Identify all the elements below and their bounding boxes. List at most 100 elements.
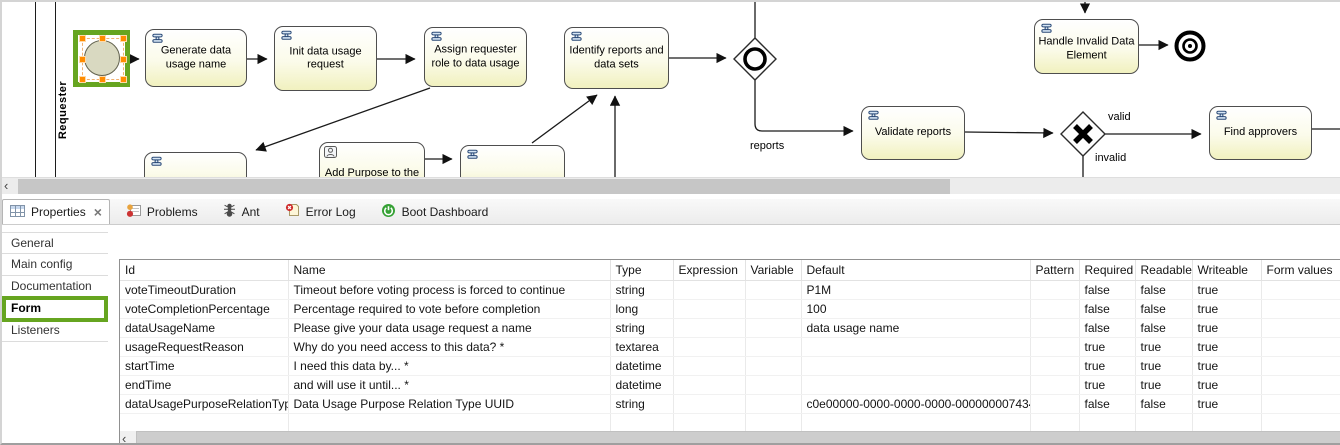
table-cell[interactable]: false	[1135, 280, 1192, 299]
resize-handle[interactable]	[79, 56, 86, 63]
table-cell[interactable]: Data Usage Purpose Relation Type UUID	[288, 394, 610, 413]
table-cell[interactable]	[745, 394, 801, 413]
table-cell[interactable]	[673, 318, 745, 337]
table-cell[interactable]	[1135, 413, 1192, 432]
table-cell[interactable]: 100	[801, 299, 1030, 318]
sidebar-item-form[interactable]: Form	[2, 298, 108, 320]
resize-handle[interactable]	[99, 76, 106, 83]
table-cell[interactable]	[1261, 318, 1340, 337]
table-row[interactable]: dataUsagePurposeRelationTypeUuidData Usa…	[120, 394, 1340, 413]
table-cell[interactable]: dataUsageName	[120, 318, 288, 337]
scroll-left-arrow-icon[interactable]: ‹	[4, 178, 8, 194]
table-cell[interactable]	[673, 280, 745, 299]
table-cell[interactable]	[745, 299, 801, 318]
table-cell[interactable]	[1261, 356, 1340, 375]
tab-properties[interactable]: Properties ×	[2, 199, 110, 224]
table-cell[interactable]	[1030, 280, 1079, 299]
table-row[interactable]	[120, 413, 1340, 432]
table-cell[interactable]	[745, 337, 801, 356]
table-row[interactable]: dataUsageNamePlease give your data usage…	[120, 318, 1340, 337]
table-cell[interactable]	[1030, 299, 1079, 318]
table-cell[interactable]: false	[1079, 394, 1135, 413]
table-cell[interactable]: false	[1135, 318, 1192, 337]
close-icon[interactable]: ×	[92, 204, 102, 220]
column-header-readable[interactable]: Readable	[1135, 260, 1192, 280]
table-cell[interactable]	[1030, 413, 1079, 432]
task-handle-invalid-data[interactable]: Handle Invalid Data Element	[1034, 19, 1139, 74]
column-header-required[interactable]: Required	[1079, 260, 1135, 280]
task-identify-reports[interactable]: Identify reports and data sets	[564, 27, 669, 89]
table-cell[interactable]	[745, 413, 801, 432]
table-cell[interactable]: Why do you need access to this data? *	[288, 337, 610, 356]
table-cell[interactable]: true	[1192, 394, 1261, 413]
table-cell[interactable]	[801, 356, 1030, 375]
table-cell[interactable]: Please give your data usage request a na…	[288, 318, 610, 337]
resize-handle[interactable]	[79, 76, 86, 83]
table-cell[interactable]: true	[1135, 375, 1192, 394]
table-cell[interactable]: string	[610, 280, 673, 299]
table-cell[interactable]: true	[1079, 356, 1135, 375]
table-cell[interactable]: string	[610, 394, 673, 413]
table-cell[interactable]: dataUsagePurposeRelationTypeUuid	[120, 394, 288, 413]
inclusive-gateway[interactable]	[734, 38, 776, 80]
table-cell[interactable]	[673, 394, 745, 413]
table-row[interactable]: voteTimeoutDurationTimeout before voting…	[120, 280, 1340, 299]
resize-handle[interactable]	[120, 76, 127, 83]
table-cell[interactable]: true	[1079, 375, 1135, 394]
table-cell[interactable]: and will use it until... *	[288, 375, 610, 394]
table-cell[interactable]: usageRequestReason	[120, 337, 288, 356]
table-hscrollbar[interactable]: ‹	[119, 431, 1340, 445]
table-row[interactable]: voteCompletionPercentagePercentage requi…	[120, 299, 1340, 318]
sidebar-item-documentation[interactable]: Documentation	[2, 276, 108, 298]
task-init-data-usage-request[interactable]: Init data usage request	[274, 26, 377, 91]
table-cell[interactable]	[673, 375, 745, 394]
flow-gateway-to-validate[interactable]	[755, 80, 853, 131]
table-cell[interactable]: long	[610, 299, 673, 318]
sidebar-item-listeners[interactable]: Listeners	[2, 320, 108, 342]
sidebar-item-general[interactable]: General	[2, 232, 108, 254]
table-cell[interactable]: true	[1192, 299, 1261, 318]
table-cell[interactable]	[801, 375, 1030, 394]
table-cell[interactable]	[288, 413, 610, 432]
table-cell[interactable]: Timeout before voting process is forced …	[288, 280, 610, 299]
table-cell[interactable]	[745, 280, 801, 299]
table-cell[interactable]: c0e00000-0000-0000-0000-000000007434	[801, 394, 1030, 413]
table-cell[interactable]: true	[1135, 337, 1192, 356]
task-bottom-script-2[interactable]	[460, 145, 565, 177]
table-cell[interactable]: startTime	[120, 356, 288, 375]
tab-problems[interactable]: Problems	[117, 199, 207, 224]
table-cell[interactable]	[1030, 375, 1079, 394]
table-cell[interactable]: true	[1192, 356, 1261, 375]
table-cell[interactable]	[1192, 413, 1261, 432]
task-generate-data-usage-name[interactable]: Generate data usage name	[145, 29, 247, 87]
table-cell[interactable]: datetime	[610, 375, 673, 394]
table-cell[interactable]	[673, 413, 745, 432]
table-cell[interactable]	[1030, 356, 1079, 375]
table-cell[interactable]	[1261, 413, 1340, 432]
resize-handle[interactable]	[79, 35, 86, 42]
tab-ant[interactable]: Ant	[214, 199, 269, 224]
table-cell[interactable]: voteCompletionPercentage	[120, 299, 288, 318]
table-cell[interactable]	[745, 375, 801, 394]
exclusive-gateway[interactable]	[1061, 112, 1105, 156]
table-cell[interactable]	[745, 318, 801, 337]
table-cell[interactable]: true	[1192, 375, 1261, 394]
flow-assign-down-left[interactable]	[256, 88, 430, 150]
table-cell[interactable]: I need this data by... *	[288, 356, 610, 375]
table-cell[interactable]: true	[1192, 280, 1261, 299]
task-validate-reports[interactable]: Validate reports	[861, 106, 965, 160]
table-cell[interactable]: datetime	[610, 356, 673, 375]
table-cell[interactable]: true	[1135, 356, 1192, 375]
table-cell[interactable]	[1079, 413, 1135, 432]
table-cell[interactable]: false	[1079, 318, 1135, 337]
column-header-writeable[interactable]: Writeable	[1192, 260, 1261, 280]
tab-error-log[interactable]: Error Log	[276, 199, 365, 224]
table-cell[interactable]: false	[1135, 299, 1192, 318]
flow-up-to-identify-diagonal[interactable]	[532, 95, 597, 143]
column-header-name[interactable]: Name	[288, 260, 610, 280]
column-header-pattern[interactable]: Pattern	[1030, 260, 1079, 280]
table-cell[interactable]: false	[1135, 394, 1192, 413]
table-cell[interactable]	[673, 356, 745, 375]
table-cell[interactable]	[120, 413, 288, 432]
table-cell[interactable]: false	[1079, 280, 1135, 299]
